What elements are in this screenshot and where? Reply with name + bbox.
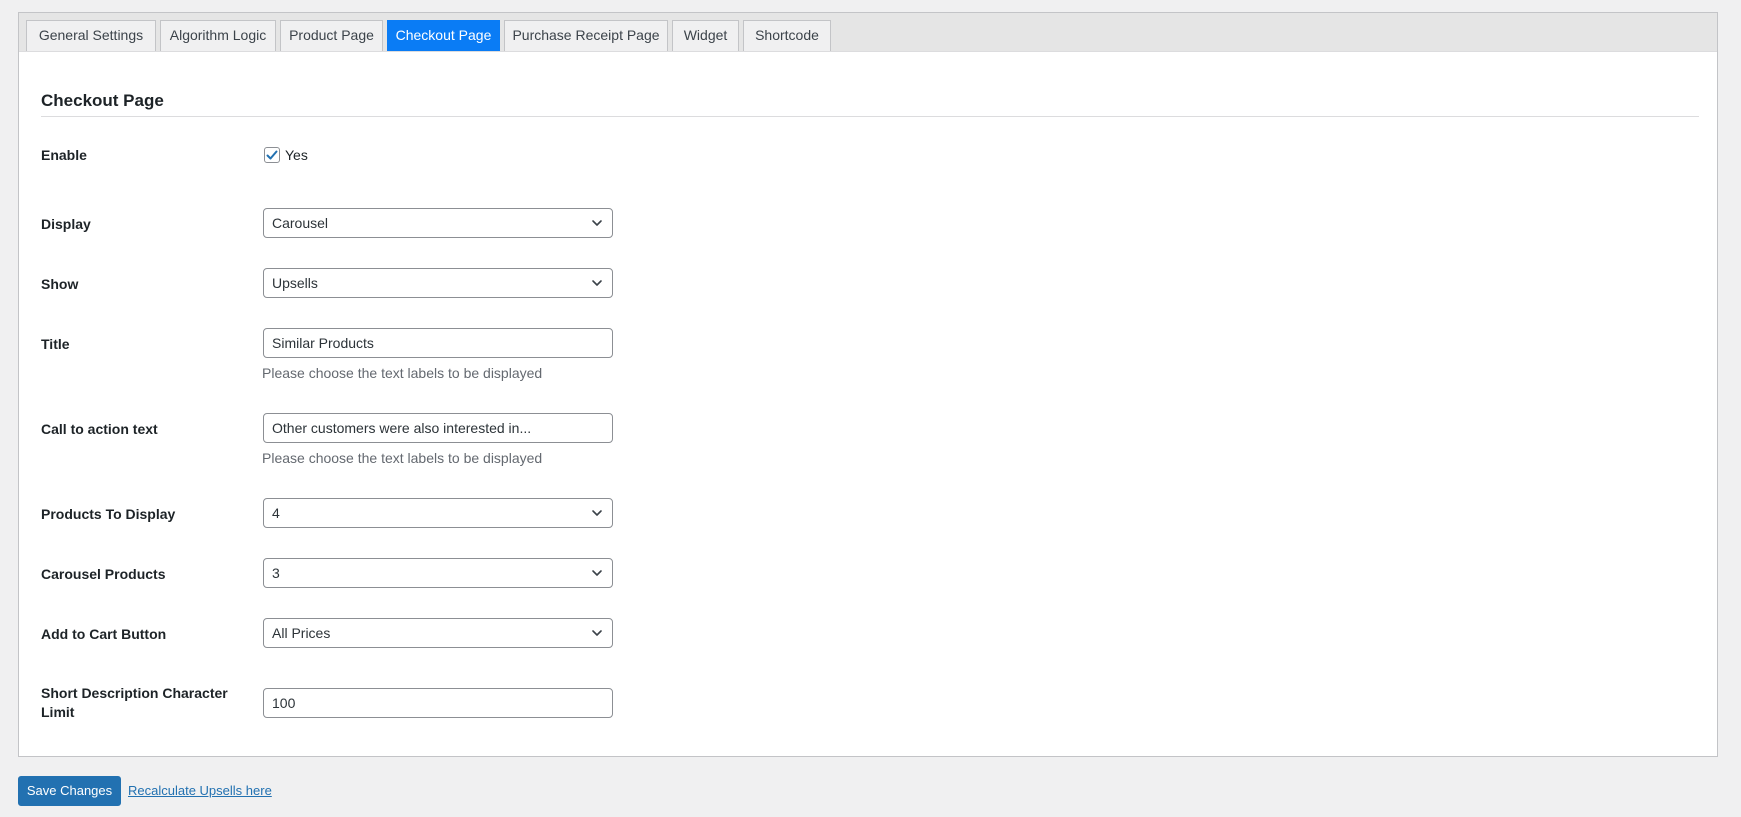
products-to-display-value: 4 xyxy=(272,505,280,521)
tab-purchase-receipt-page[interactable]: Purchase Receipt Page xyxy=(504,20,668,51)
save-changes-button[interactable]: Save Changes xyxy=(18,776,121,806)
products-to-display-label: Products To Display xyxy=(41,506,176,522)
checkmark-icon xyxy=(266,150,278,160)
chevron-down-icon xyxy=(592,220,602,226)
tab-bar: General Settings Algorithm Logic Product… xyxy=(19,13,1717,52)
display-select-value: Carousel xyxy=(272,215,329,231)
chevron-down-icon xyxy=(592,510,602,516)
chevron-down-icon xyxy=(592,280,602,286)
settings-panel: General Settings Algorithm Logic Product… xyxy=(18,12,1718,757)
display-select[interactable]: Carousel xyxy=(263,208,613,238)
short-desc-limit-label: Short Description Character Limit xyxy=(41,684,228,722)
cta-label: Call to action text xyxy=(41,421,158,437)
section-divider xyxy=(41,116,1699,117)
products-to-display-select[interactable]: 4 xyxy=(263,498,613,528)
short-desc-limit-label-line1: Short Description Character xyxy=(41,685,228,701)
tab-checkout-page[interactable]: Checkout Page xyxy=(387,20,500,51)
cta-help-text: Please choose the text labels to be disp… xyxy=(262,450,543,466)
add-to-cart-select[interactable]: All Prices xyxy=(263,618,613,648)
tab-widget[interactable]: Widget xyxy=(672,20,739,51)
enable-checkbox[interactable] xyxy=(264,147,280,163)
title-help-text: Please choose the text labels to be disp… xyxy=(262,365,543,381)
tab-general-settings[interactable]: General Settings xyxy=(26,20,156,51)
short-desc-limit-label-line2: Limit xyxy=(41,704,75,720)
section-title: Checkout Page xyxy=(41,91,164,110)
recalculate-upsells-link[interactable]: Recalculate Upsells here xyxy=(128,783,272,798)
short-desc-limit-input[interactable]: 100 xyxy=(263,688,613,718)
chevron-down-icon xyxy=(592,570,602,576)
display-label: Display xyxy=(41,216,91,232)
enable-label: Enable xyxy=(41,147,87,163)
title-label: Title xyxy=(41,336,70,352)
carousel-products-label: Carousel Products xyxy=(41,566,166,582)
title-input[interactable]: Similar Products xyxy=(263,328,613,358)
tab-product-page[interactable]: Product Page xyxy=(280,20,383,51)
add-to-cart-label: Add to Cart Button xyxy=(41,626,167,642)
show-select[interactable]: Upsells xyxy=(263,268,613,298)
show-select-value: Upsells xyxy=(272,275,318,291)
chevron-down-icon xyxy=(592,630,602,636)
tab-shortcode[interactable]: Shortcode xyxy=(743,20,831,51)
add-to-cart-value: All Prices xyxy=(272,625,331,641)
tab-algorithm-logic[interactable]: Algorithm Logic xyxy=(160,20,276,51)
show-label: Show xyxy=(41,276,79,292)
cta-input[interactable]: Other customers were also interested in.… xyxy=(263,413,613,443)
carousel-products-select[interactable]: 3 xyxy=(263,558,613,588)
enable-yes-label: Yes xyxy=(285,147,308,163)
carousel-products-value: 3 xyxy=(272,565,280,581)
